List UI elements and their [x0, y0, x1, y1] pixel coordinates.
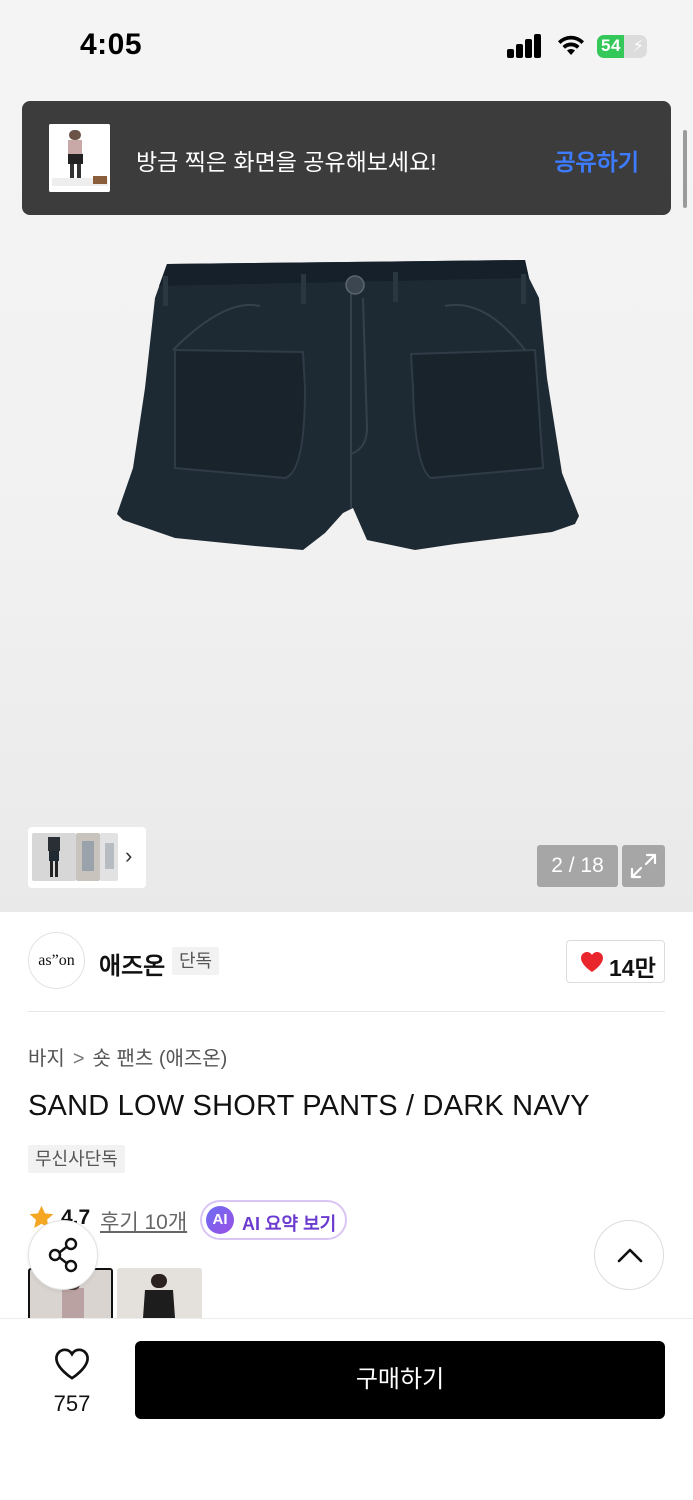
brand-like-button[interactable]: 14만	[566, 940, 665, 983]
review-count-link[interactable]: 후기 10개	[100, 1206, 187, 1236]
wishlist-count: 757	[53, 1391, 91, 1416]
heart-filled-icon	[581, 952, 603, 972]
battery-icon: 54 ⚡	[597, 35, 647, 58]
charging-bolt-icon: ⚡	[632, 38, 644, 55]
gallery-thumbnail[interactable]	[100, 833, 118, 881]
product-page: 4:05 54 ⚡ 방금 찍은 화면을 공유해보세요! 공유하기 › 2 / 1…	[0, 0, 693, 1500]
breadcrumb: 바지 > 숏 팬츠 (애즈온)	[28, 1042, 227, 1071]
wifi-icon	[558, 35, 584, 55]
brand-name[interactable]: 애즈온	[99, 946, 165, 981]
image-counter: 2 / 18	[537, 845, 618, 887]
wishlist-button[interactable]: 757	[30, 1343, 114, 1429]
heart-outline-icon	[55, 1348, 89, 1380]
chevron-up-icon	[617, 1248, 643, 1263]
scroll-to-top-button[interactable]	[594, 1220, 664, 1290]
brand-exclusive-tag: 단독	[172, 947, 220, 975]
gallery-thumbnail-strip[interactable]: ›	[28, 827, 146, 888]
breadcrumb-category[interactable]: 바지	[28, 1042, 65, 1071]
gallery-thumbnail[interactable]	[76, 833, 100, 881]
ai-summary-label: AI 요약 보기	[242, 1214, 337, 1234]
screenshot-thumbnail[interactable]	[49, 124, 110, 192]
breadcrumb-subcategory[interactable]: 숏 팬츠 (애즈온)	[93, 1042, 228, 1071]
product-title: SAND LOW SHORT PANTS / DARK NAVY	[28, 1090, 590, 1122]
toast-message: 방금 찍은 화면을 공유해보세요!	[136, 149, 437, 175]
scroll-indicator	[683, 130, 687, 208]
ai-icon: AI	[206, 1206, 234, 1234]
share-icon	[48, 1237, 78, 1273]
signal-icon	[507, 34, 543, 58]
product-image-shorts	[117, 260, 579, 550]
bottom-purchase-bar: 757 구매하기	[0, 1318, 693, 1500]
status-bar: 4:05 54 ⚡	[0, 0, 693, 92]
ai-summary-button[interactable]: AI AI 요약 보기	[200, 1200, 347, 1240]
section-divider	[28, 1011, 665, 1012]
brand-like-count: 14만	[609, 955, 656, 981]
battery-percent: 54	[601, 36, 621, 55]
exclusive-badge: 무신사단독	[28, 1145, 125, 1173]
gallery-thumbnail[interactable]	[32, 833, 76, 881]
expand-icon[interactable]	[622, 845, 665, 887]
brand-logo[interactable]: as”on	[28, 932, 85, 989]
breadcrumb-separator: >	[72, 1048, 85, 1070]
chevron-right-icon[interactable]: ›	[125, 843, 132, 869]
status-time: 4:05	[80, 28, 143, 61]
share-screenshot-toast: 방금 찍은 화면을 공유해보세요! 공유하기	[22, 101, 671, 215]
share-button[interactable]	[28, 1220, 98, 1290]
buy-button[interactable]: 구매하기	[135, 1341, 665, 1419]
share-action-button[interactable]: 공유하기	[554, 143, 639, 177]
